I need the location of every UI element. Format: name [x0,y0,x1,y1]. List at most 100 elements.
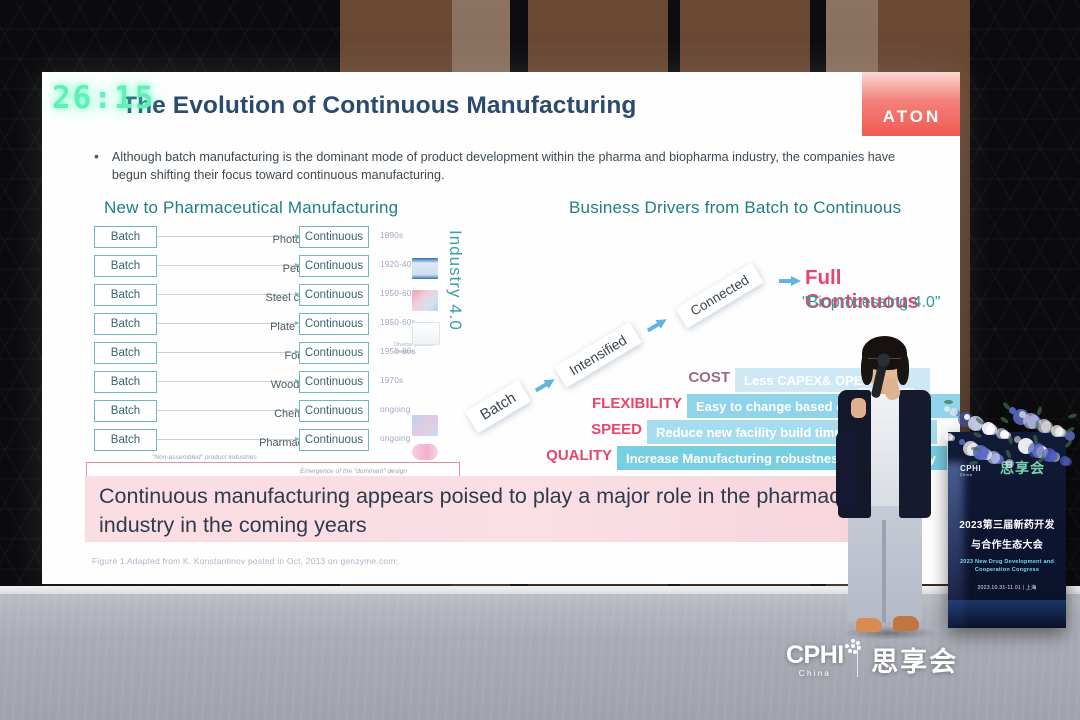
speaker-leg-separation [882,520,886,622]
flower-blossom [959,439,965,445]
slide-bullet: • Although batch manufacturing is the do… [94,148,914,184]
flower-blossom [945,433,953,441]
countdown-timer: 26:15 [52,80,156,116]
era-label: 1950-60s [380,289,416,298]
batch-cell: Batch [94,226,157,248]
flower-leaf [944,400,953,404]
evolution-table-row: Batch Wood pulp Continuous 1970s [94,369,484,398]
continuous-cell: Continuous [299,371,369,393]
conclusion-banner-text: Continuous manufacturing appears poised … [99,484,903,537]
driver-label: FLEXIBILITY [592,395,682,412]
brand-mark-dot [850,644,855,648]
bioprocessing-subtitle: "Bioprocessing 4.0" [802,294,941,311]
conference-stage-photo: 26:15 The Evolution of Continuous Manufa… [0,0,1080,720]
brand-mark-dot [855,641,860,645]
event-branding: CPHI China 思享会 [786,639,959,679]
era-label: ongoing [380,434,411,443]
table-footnote-right: Emergence of the "dominant" design [300,468,407,475]
era-label: 1890s [380,231,404,240]
flower-blossom [964,414,970,420]
flower-blossom [1051,425,1063,437]
presentation-slide: The Evolution of Continuous Manufacturin… [42,72,960,584]
continuous-cell: Continuous [299,429,369,451]
flower-leaf [1064,439,1073,449]
left-column-heading: New to Pharmaceutical Manufacturing [104,198,399,217]
flower-leaf [1004,449,1013,459]
batch-cell: Batch [94,371,157,393]
batch-cell: Batch [94,313,157,335]
batch-cell: Batch [94,429,157,451]
transition-arrow-icon: Pharmaceutical [157,436,335,449]
brand-session-text: 思享会 [871,647,959,677]
batch-cell: Batch [94,400,157,422]
progression-arrow-3-icon [779,276,801,286]
speaker-shoe-left [856,618,882,632]
right-column-heading: Business Drivers from Batch to Continuou… [569,198,902,217]
brand-mark-dot [847,649,852,653]
slide-title: The Evolution of Continuous Manufacturin… [122,92,637,119]
flower-blossom [1060,456,1070,466]
brand-cphi-sub: China [798,668,831,678]
flower-blossom [996,428,1007,439]
progression-arrow-2-icon [645,314,670,334]
brand-mark-dot [850,639,855,643]
flower-leaf [1067,412,1078,420]
driver-label: SPEED [591,421,642,438]
thumbnail-pharmaceutical [412,444,438,460]
thumbnail-chemical [412,415,438,436]
brand-cphi-logo: CPHI China [786,639,861,678]
continuous-cell: Continuous [299,255,369,277]
era-label: 1970s [380,376,404,385]
continuous-cell: Continuous [299,400,369,422]
flower-blossom [950,408,958,416]
brand-mark-dot [856,646,861,650]
transition-arrow-icon: Wood pulp [157,378,323,391]
speaker-hand-left [851,398,866,418]
speaker-shoe-right [893,616,919,631]
podium-subtitle-en: 2023 New Drug Development and Cooperatio… [959,559,1055,573]
era-label: ongoing [380,405,411,414]
bullet-dot-icon: • [94,148,99,164]
conclusion-banner: Continuous manufacturing appears poised … [85,476,917,542]
driver-label: COST [688,369,730,386]
aton-logo-text: ATON [882,107,942,126]
flower-leaf [1036,406,1043,416]
transition-arrow-icon: Photo film [157,233,321,246]
slide-bullet-text: Although batch manufacturing is the domi… [111,150,896,182]
continuous-cell: Continuous [299,342,369,364]
continuous-cell: Continuous [299,313,369,335]
flower-leaf [972,431,983,439]
aton-logo: ATON [862,72,960,136]
flower-leaf [968,460,979,466]
slide-citation: Figure 1 Adapted from K. Konstantinov po… [92,556,399,566]
transition-arrow-icon: Steel casting [157,291,328,304]
evolution-table-row: Batch Photo film Continuous 1890s [94,224,484,253]
driver-label: QUALITY [546,447,612,464]
progression-step-connected: Connected [675,262,764,329]
flower-blossom [982,422,995,435]
flower-blossom [1005,459,1014,468]
era-label: 1950-60s [380,318,416,327]
transition-arrow-icon: Plate glass [157,320,324,333]
flower-leaf [999,415,1010,425]
thumbnail-petrol [412,258,438,279]
thumbnail-glass [412,322,440,345]
podium-cphi-sub: China [960,473,973,477]
brand-cphi-text: CPHI [786,641,844,669]
flower-blossom [1014,436,1021,443]
transition-arrow-icon: Chemical [157,407,320,420]
speaker-hair-side-right [897,352,909,385]
brand-mark-dot [844,644,849,648]
flower-dot-mark-icon [844,639,861,655]
thumbnail-steel [412,290,438,311]
flower-blossom [1019,411,1026,418]
batch-cell: Batch [94,284,157,306]
era-label: 1920-40s [380,260,416,269]
podium-wave-graphic [948,600,1066,628]
continuous-cell: Continuous [299,284,369,306]
podium-title-line1: 2023第三届新药开发 [959,520,1055,531]
podium-title-line2: 与合作生态大会 [970,540,1044,551]
table-footnote-left: "Non-assembled" product industries [152,454,257,461]
batch-cell: Batch [94,342,157,364]
flower-arrangement [944,398,1078,468]
